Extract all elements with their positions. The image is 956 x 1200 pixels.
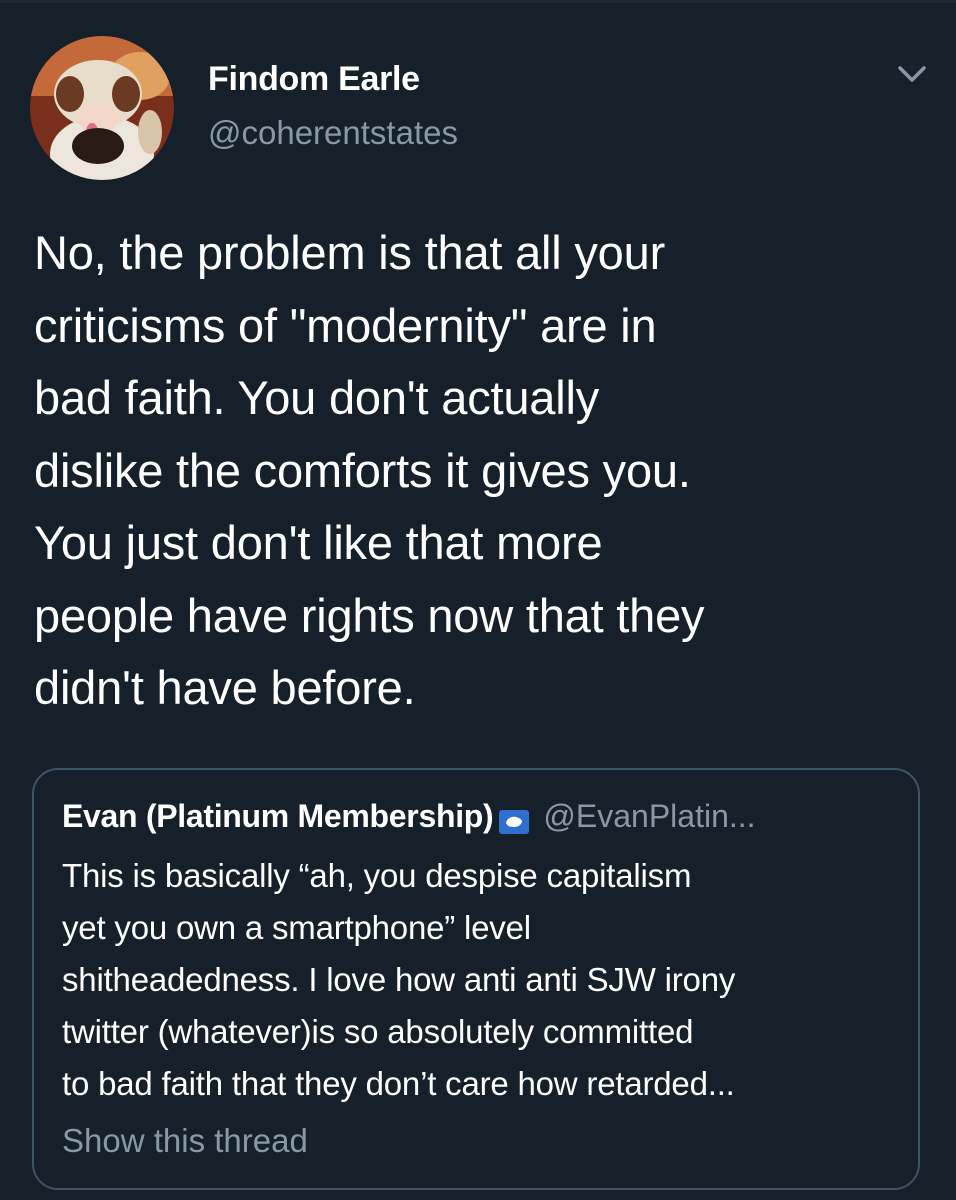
author-handle[interactable]: @coherentstates	[208, 114, 458, 152]
top-edge-divider	[0, 0, 956, 3]
tweet-text: No, the problem is that all your critici…	[34, 226, 705, 714]
quoted-tweet-text: This is basically “ah, you despise capit…	[62, 857, 736, 1102]
chevron-down-icon[interactable]	[892, 58, 932, 88]
quoted-author-handle: @EvanPlatin...	[543, 798, 756, 834]
quoted-tweet-header: Evan (Platinum Membership) @EvanPlatin..…	[62, 798, 756, 835]
quoted-tweet-card[interactable]: Evan (Platinum Membership) @EvanPlatin..…	[32, 768, 920, 1190]
avatar-image	[30, 36, 174, 180]
antarctica-flag-icon	[499, 805, 530, 834]
quoted-author-display-name: Evan (Platinum Membership)	[62, 798, 494, 834]
avatar[interactable]	[30, 36, 174, 180]
show-this-thread-link[interactable]: Show this thread	[62, 1122, 308, 1160]
author-display-name[interactable]: Findom Earle	[208, 60, 420, 99]
